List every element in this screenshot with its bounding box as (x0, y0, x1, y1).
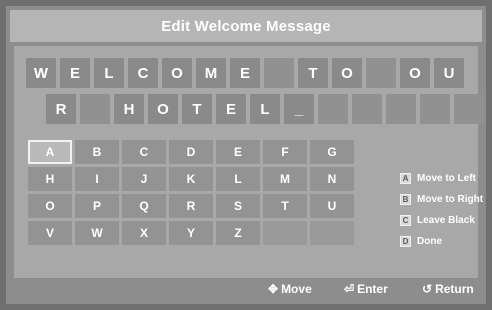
legend-move-right: B Move to Right (400, 189, 483, 210)
key-blank[interactable] (263, 221, 307, 245)
key-blank[interactable] (310, 221, 354, 245)
message-char[interactable]: E (216, 94, 246, 124)
key-o[interactable]: O (28, 194, 72, 218)
move-hint: ✥ Move (268, 282, 312, 296)
move-arrows-icon: ✥ (268, 282, 279, 296)
message-char[interactable] (366, 58, 396, 88)
message-char[interactable] (454, 94, 484, 124)
legend-done: D Done (400, 231, 483, 252)
legend-move-left: A Move to Left (400, 168, 483, 189)
key-b[interactable]: B (75, 140, 119, 164)
message-char[interactable]: O (162, 58, 192, 88)
bottom-hint-bar: ✥ Move ⏎ Enter ↺ Return (14, 280, 478, 302)
message-char[interactable] (80, 94, 110, 124)
key-e[interactable]: E (216, 140, 260, 164)
key-l[interactable]: L (216, 167, 260, 191)
key-m[interactable]: M (263, 167, 307, 191)
key-w[interactable]: W (75, 221, 119, 245)
key-x[interactable]: X (122, 221, 166, 245)
legend-label: Leave Black (417, 215, 475, 226)
message-char[interactable]: E (230, 58, 260, 88)
legend-label: Done (417, 236, 442, 247)
message-char[interactable]: T (182, 94, 212, 124)
message-char[interactable]: L (94, 58, 124, 88)
message-char[interactable]: O (400, 58, 430, 88)
key-r[interactable]: R (169, 194, 213, 218)
message-char[interactable] (386, 94, 416, 124)
key-a[interactable]: A (28, 140, 72, 164)
message-char[interactable]: O (148, 94, 178, 124)
green-b-button-icon: B (400, 194, 411, 205)
key-h[interactable]: H (28, 167, 72, 191)
legend-label: Move to Left (417, 173, 476, 184)
enter-label: Enter (357, 282, 388, 296)
message-char[interactable] (420, 94, 450, 124)
key-d[interactable]: D (169, 140, 213, 164)
page-title: Edit Welcome Message (161, 17, 331, 35)
message-char[interactable]: E (60, 58, 90, 88)
message-char[interactable] (352, 94, 382, 124)
key-p[interactable]: P (75, 194, 119, 218)
key-g[interactable]: G (310, 140, 354, 164)
message-char[interactable]: R (46, 94, 76, 124)
message-row-2: R H O T E L _ (46, 94, 484, 124)
message-char[interactable]: O (332, 58, 362, 88)
key-i[interactable]: I (75, 167, 119, 191)
message-row-1: W E L C O M E T O O U (26, 58, 464, 88)
red-a-button-icon: A (400, 173, 411, 184)
title-bar: Edit Welcome Message (10, 10, 482, 42)
key-q[interactable]: Q (122, 194, 166, 218)
key-u[interactable]: U (310, 194, 354, 218)
message-char[interactable]: C (128, 58, 158, 88)
key-z[interactable]: Z (216, 221, 260, 245)
enter-icon: ⏎ (344, 282, 355, 296)
move-label: Move (281, 282, 312, 296)
return-label: Return (435, 282, 474, 296)
message-char[interactable] (318, 94, 348, 124)
message-char[interactable]: M (196, 58, 226, 88)
legend-leave-blank: C Leave Black (400, 210, 483, 231)
yellow-c-button-icon: C (400, 215, 411, 226)
message-char[interactable]: L (250, 94, 280, 124)
message-char[interactable]: H (114, 94, 144, 124)
on-screen-keyboard: A B C D E F G H I J K L M N O P Q R S T … (28, 140, 358, 245)
legend-label: Move to Right (417, 194, 484, 205)
message-cursor[interactable]: _ (284, 94, 314, 124)
key-v[interactable]: V (28, 221, 72, 245)
key-y[interactable]: Y (169, 221, 213, 245)
key-t[interactable]: T (263, 194, 307, 218)
key-n[interactable]: N (310, 167, 354, 191)
return-hint: ↺ Return (422, 282, 474, 296)
return-icon: ↺ (422, 282, 433, 296)
message-char[interactable]: W (26, 58, 56, 88)
message-char[interactable]: U (434, 58, 464, 88)
key-s[interactable]: S (216, 194, 260, 218)
message-char[interactable] (264, 58, 294, 88)
key-c[interactable]: C (122, 140, 166, 164)
key-j[interactable]: J (122, 167, 166, 191)
blue-d-button-icon: D (400, 236, 411, 247)
key-f[interactable]: F (263, 140, 307, 164)
enter-hint: ⏎ Enter (344, 282, 388, 296)
key-k[interactable]: K (169, 167, 213, 191)
button-legend: A Move to Left B Move to Right C Leave B… (400, 168, 483, 252)
message-char[interactable]: T (298, 58, 328, 88)
